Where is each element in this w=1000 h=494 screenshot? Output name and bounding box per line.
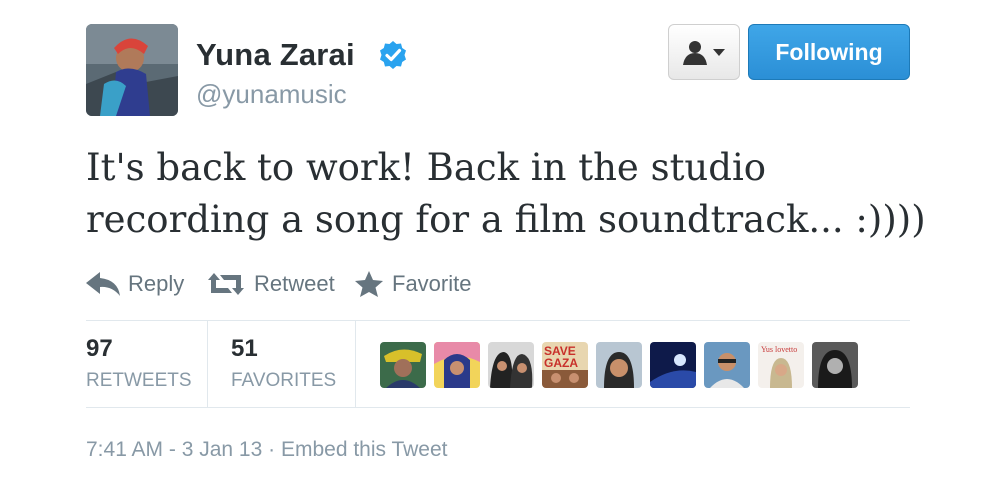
- favoriter-avatar[interactable]: [380, 342, 426, 388]
- reply-icon: [86, 272, 120, 296]
- tweet-card: Yuna Zarai @yunamusic Following It's bac…: [0, 0, 1000, 494]
- tweet-text-line-2: recording a song for a film soundtrack..…: [86, 198, 926, 241]
- retweet-button[interactable]: Retweet: [206, 264, 338, 304]
- stats-separator: [207, 321, 208, 407]
- reply-label: Reply: [128, 271, 185, 296]
- retweet-icon: [208, 273, 244, 295]
- favoriter-avatar[interactable]: [434, 342, 480, 388]
- favorites-label: FAVORITES: [231, 370, 337, 391]
- tweet-meta: 7:41 AM - 3 Jan 13 · Embed this Tweet: [86, 436, 448, 464]
- svg-text:GAZA: GAZA: [544, 356, 578, 370]
- profile-avatar[interactable]: [86, 24, 178, 116]
- user-handle[interactable]: @yunamusic: [196, 78, 347, 110]
- favorites-stat[interactable]: 51 FAVORITES: [231, 334, 336, 396]
- meta-separator: ·: [268, 438, 276, 461]
- favoriter-avatar[interactable]: SAVE GAZA: [542, 342, 588, 388]
- retweets-stat[interactable]: 97 RETWEETS: [86, 334, 192, 396]
- stats-separator: [355, 321, 356, 407]
- person-dropdown-icon: [683, 41, 725, 65]
- favoriter-avatar[interactable]: [596, 342, 642, 388]
- retweets-label: RETWEETS: [86, 370, 192, 391]
- favoriter-avatar[interactable]: Yus lovetto: [758, 342, 804, 388]
- favoriter-avatar[interactable]: [488, 342, 534, 388]
- reply-button[interactable]: Reply: [86, 264, 196, 304]
- verified-badge-icon: [380, 41, 406, 69]
- favorites-count: 51: [231, 335, 258, 362]
- user-name[interactable]: Yuna Zarai: [196, 36, 355, 74]
- star-icon: [355, 271, 383, 297]
- favorite-button[interactable]: Favorite: [354, 264, 484, 304]
- retweet-label: Retweet: [254, 271, 335, 296]
- tweet-text-line-1: It's back to work! Back in the studio: [86, 146, 767, 189]
- favoriter-avatar[interactable]: [812, 342, 858, 388]
- stats-divider-top: [86, 320, 910, 321]
- favoriter-avatar[interactable]: [704, 342, 750, 388]
- retweets-count: 97: [86, 335, 113, 362]
- following-button[interactable]: Following: [748, 24, 910, 80]
- user-actions-button[interactable]: [668, 24, 740, 80]
- embed-tweet-link[interactable]: Embed this Tweet: [281, 438, 448, 461]
- tweet-text: It's back to work! Back in the studio re…: [86, 142, 946, 246]
- tweet-timestamp[interactable]: 7:41 AM - 3 Jan 13: [86, 438, 262, 461]
- svg-text:Yus lovetto: Yus lovetto: [761, 345, 797, 354]
- favoriter-avatar[interactable]: [650, 342, 696, 388]
- stats-divider-bottom: [86, 407, 910, 408]
- favorite-label: Favorite: [392, 271, 472, 296]
